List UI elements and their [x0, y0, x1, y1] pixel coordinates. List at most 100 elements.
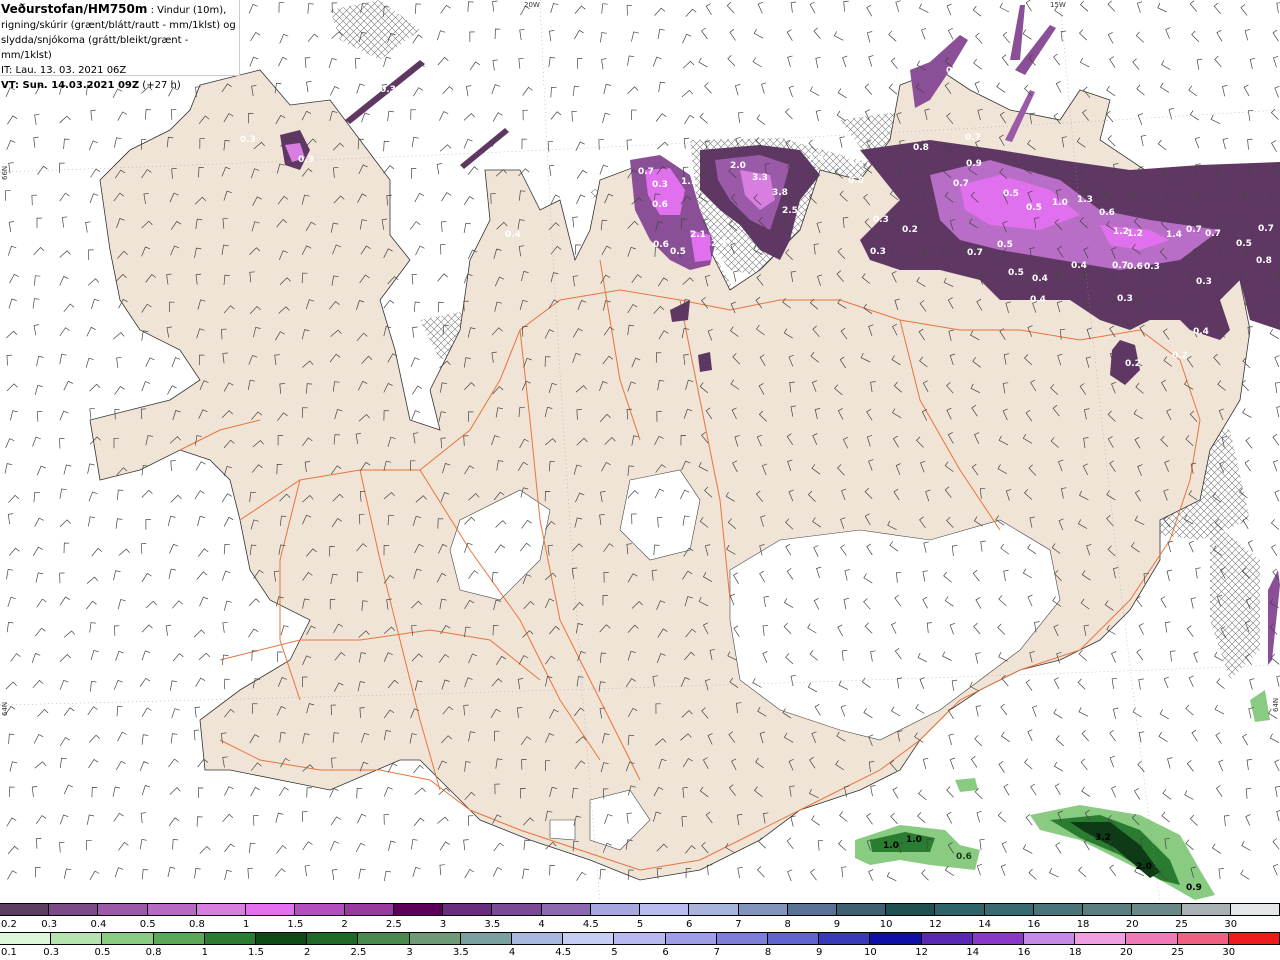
rain-scale-label: 2 [304, 947, 311, 958]
snow-scale-label: 1.5 [287, 919, 304, 930]
rain-scale-label: 20 [1120, 947, 1133, 958]
rain-scale-label: 14 [966, 947, 980, 958]
snow-value-label: 0.5 [1236, 239, 1252, 249]
snow-swatch [492, 904, 542, 915]
legend-line-rain: rigning/skúrir (grænt/blátt/rautt - mm/1… [1, 20, 236, 31]
snow-swatch [393, 904, 444, 915]
snow-swatch [787, 904, 837, 915]
snow-value-label: 0.8 [913, 143, 929, 153]
lon-label-20w: 20W [524, 1, 540, 9]
snow-scale-label: 16 [1027, 919, 1041, 930]
snow-value-label: 0.6 [653, 240, 669, 250]
rain-swatch [1177, 933, 1229, 944]
rain-value-label: 3.2 [1095, 833, 1111, 843]
rain-scale-label: 18 [1068, 947, 1082, 958]
snow-scale-label: 0.2 [1, 919, 17, 930]
snow-scale-label: 2.5 [385, 919, 402, 930]
rain-swatch [768, 933, 820, 944]
snow-value-label: 0.5 [1003, 189, 1019, 199]
snow-value-label: 0.7 [1186, 225, 1202, 235]
lat-label-66n: 66N [1, 165, 9, 180]
snow-swatch [541, 904, 591, 915]
rain-scale-label: 2.5 [350, 947, 367, 958]
snow-value-label: 2.5 [782, 206, 798, 216]
snow-scale-label: 25 [1175, 919, 1188, 930]
snow-value-label: 0.7 [967, 248, 983, 258]
rain-scale-label: 16 [1017, 947, 1031, 958]
snow-scale-label: 30 [1224, 919, 1238, 930]
snow-scale-label: 0.8 [188, 919, 205, 930]
snow-value-label: 0.3 [380, 85, 396, 95]
snow-scale-label: 4 [538, 919, 545, 930]
rain-swatch [614, 933, 666, 944]
snow-swatch [1083, 904, 1133, 915]
rain-value-label: 2.0 [1136, 862, 1152, 872]
rain-swatch [665, 933, 717, 944]
snow-value-label: 0.2 [1125, 359, 1141, 369]
rain-swatch [1126, 933, 1178, 944]
rain-swatch [256, 933, 308, 944]
snow-value-label: 0.7 [1258, 224, 1274, 234]
snow-swatch [344, 904, 394, 915]
rain-swatch [51, 933, 103, 944]
snow-swatch [1181, 904, 1231, 915]
rain-scale-label: 1.5 [248, 947, 264, 958]
snow-value-label: 2.1 [690, 230, 706, 240]
model-title: Veðurstofan/HM750m [1, 2, 148, 16]
snow-scale-label: 0.4 [90, 919, 107, 930]
snow-color-scale [0, 903, 1280, 916]
snow-value-label: 0.6 [652, 200, 668, 210]
rain-scale-label: 9 [816, 947, 823, 958]
rain-swatch [716, 933, 769, 944]
snow-swatch [1033, 904, 1084, 915]
legend-line-snow: slydda/snjókoma (grátt/bleikt/grænt - mm… [1, 35, 189, 61]
snow-value-label: 0.2 [1172, 351, 1188, 361]
weather-map: 0.30.30.30.40.70.3 1.10.62.03.33.82.50.60… [0, 0, 1280, 902]
snow-value-label: 0.6 [848, 157, 864, 167]
snow-value-label: 1.4 [1166, 230, 1182, 240]
snow-value-label: 0.5 [1008, 268, 1024, 278]
snow-value-label: 0.7 [1205, 229, 1221, 239]
model-title-suffix: : Vindur (10m), [147, 5, 227, 16]
snow-value-label: 1.0 [1052, 198, 1068, 208]
rain-swatch [204, 933, 257, 944]
snow-value-label: 1.3 [808, 153, 824, 163]
snow-swatch [1132, 904, 1182, 915]
rain-scale-labels: 0.1 0.3 0.5 0.8 1 1.5 2 2.5 3 3.5 4 4.5 5 6 7 8 9 10 12 14 1… [0, 947, 1280, 959]
snow-swatch [836, 904, 887, 915]
rain-scale-label: 3 [406, 947, 413, 958]
snow-scale-label: 10 [879, 919, 893, 930]
rain-swatch [921, 933, 973, 944]
snow-swatch [935, 904, 985, 915]
snow-value-label: 0.7 [946, 66, 962, 76]
snow-scale-label: 20 [1125, 919, 1139, 930]
snow-scale-label: 3 [439, 919, 447, 930]
snow-value-label: 0.4 [505, 230, 521, 240]
snow-scale-label: 3.5 [484, 919, 501, 930]
rain-scale-label: 8 [764, 947, 772, 958]
rain-swatch [870, 933, 922, 944]
snow-scale-label: 6 [686, 919, 693, 930]
rain-swatch [512, 933, 564, 944]
rain-scale-label: 0.3 [43, 947, 60, 958]
snow-swatch [295, 904, 345, 915]
rain-swatch [819, 933, 871, 944]
snow-scale-label: 7 [735, 919, 742, 930]
rain-scale-label: 0.8 [145, 947, 162, 958]
rain-scale-label: 30 [1222, 947, 1236, 958]
snow-scale-label: 14 [978, 919, 991, 930]
map-header: Veðurstofan/HM750m : Vindur (10m), rigni… [0, 0, 240, 91]
snow-scale-label: 9 [833, 919, 841, 930]
snow-swatch [0, 904, 50, 915]
snow-swatch [98, 904, 148, 915]
snow-swatch [689, 904, 739, 915]
rain-swatch [153, 933, 205, 944]
snow-value-label: 0.4 [1071, 261, 1087, 271]
snow-value-label: 0.4 [1193, 327, 1209, 337]
snow-value-label: 0.3 [1196, 277, 1212, 287]
snow-swatch [984, 904, 1034, 915]
rain-swatch [563, 933, 615, 944]
snow-value-label: 0.4 [1032, 274, 1048, 284]
valid-time: VT: Sun. 14.03.2021 09Z [1, 80, 140, 91]
snow-scale-label: 2 [341, 919, 348, 930]
